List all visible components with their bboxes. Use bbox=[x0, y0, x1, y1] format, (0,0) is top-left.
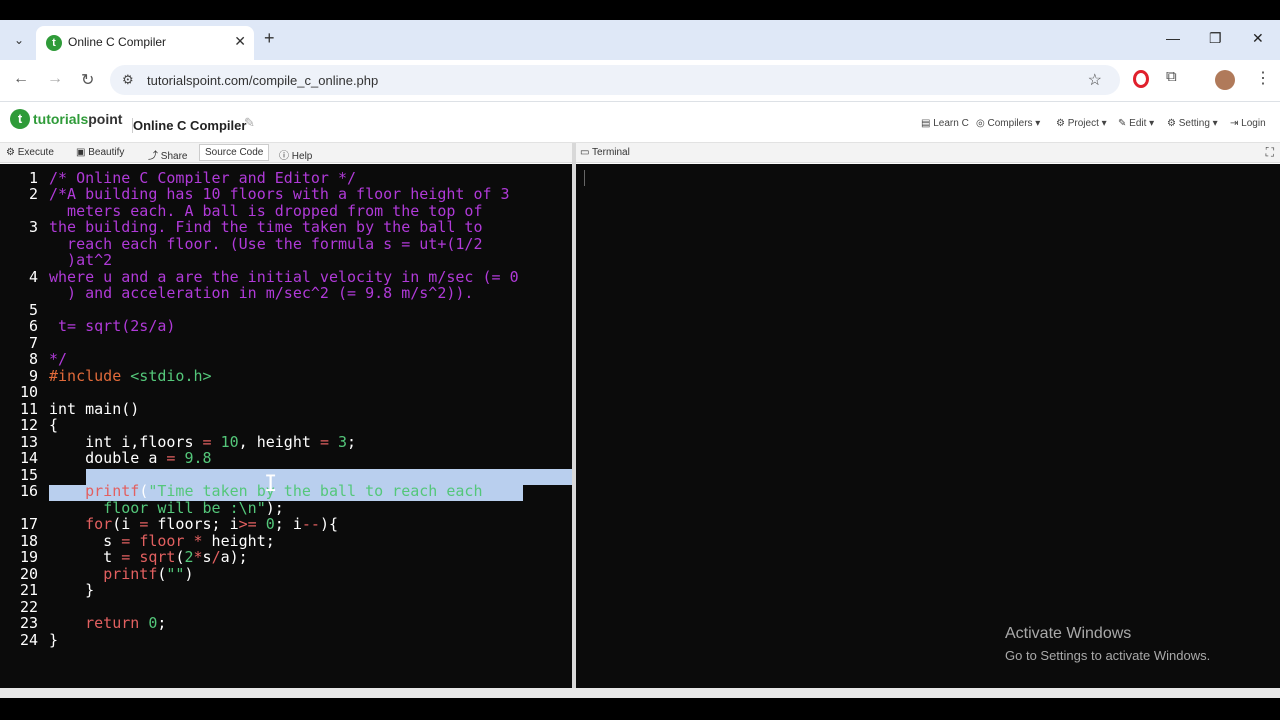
execute-button[interactable]: ⚙ Execute bbox=[6, 147, 54, 158]
code-editor[interactable]: 1 2 3 4 5 6 7 8 9 10 11 12 13 14 15 16 1… bbox=[0, 164, 572, 688]
browser-tab[interactable]: t Online C Compiler ✕ bbox=[36, 26, 254, 60]
restore-icon[interactable]: ❐ bbox=[1209, 30, 1222, 47]
menu-login[interactable]: ⇥ Login bbox=[1230, 118, 1266, 129]
menu-setting[interactable]: ⚙ Setting ▾ bbox=[1167, 118, 1218, 129]
browser-window: ⌄ t Online C Compiler ✕ + — ❐ ✕ ← → ↻ ⚙ … bbox=[0, 20, 1280, 698]
bottom-scrollbar[interactable] bbox=[0, 688, 1280, 698]
navigation-bar: ← → ↻ ⚙ tutorialspoint.com/compile_c_onl… bbox=[0, 60, 1280, 102]
menu-compilers[interactable]: ◎ Compilers ▾ bbox=[976, 118, 1040, 129]
activate-windows-subtitle: Go to Settings to activate Windows. bbox=[1005, 648, 1211, 663]
share-button[interactable]: ⤴ Share bbox=[148, 147, 187, 162]
tutorialspoint-favicon-icon: t bbox=[46, 35, 62, 51]
new-tab-icon[interactable]: + bbox=[264, 28, 275, 49]
back-icon[interactable]: ← bbox=[13, 70, 29, 88]
page-title: Online C Compiler bbox=[132, 118, 247, 133]
close-window-icon[interactable]: ✕ bbox=[1252, 30, 1264, 47]
extensions-puzzle-icon[interactable]: ⧉ bbox=[1166, 68, 1177, 85]
forward-icon[interactable]: → bbox=[47, 70, 63, 88]
tutorialspoint-logo-icon[interactable]: t bbox=[10, 109, 30, 129]
address-bar[interactable]: ⚙ tutorialspoint.com/compile_c_online.ph… bbox=[110, 65, 1120, 95]
tab-search-icon[interactable]: ⌄ bbox=[8, 29, 30, 51]
terminal-output[interactable]: Activate Windows Go to Settings to activ… bbox=[576, 164, 1280, 688]
profile-avatar[interactable] bbox=[1215, 70, 1235, 90]
site-logo[interactable]: tutorialspoint bbox=[33, 111, 122, 127]
close-tab-icon[interactable]: ✕ bbox=[234, 33, 246, 50]
opera-extension-icon[interactable] bbox=[1133, 70, 1149, 88]
reload-icon[interactable]: ↻ bbox=[81, 70, 94, 90]
minimize-icon[interactable]: — bbox=[1166, 30, 1180, 46]
terminal-cursor bbox=[584, 170, 585, 186]
tab-strip: ⌄ t Online C Compiler ✕ + — ❐ ✕ bbox=[0, 20, 1280, 60]
menu-learn-c[interactable]: ▤ Learn C bbox=[921, 118, 969, 129]
menu-edit[interactable]: ✎ Edit ▾ bbox=[1118, 118, 1154, 129]
site-info-icon[interactable]: ⚙ bbox=[122, 72, 134, 88]
source-code-tab[interactable]: Source Code bbox=[199, 144, 270, 161]
bookmark-star-icon[interactable]: ☆ bbox=[1088, 70, 1102, 90]
browser-menu-icon[interactable]: ⋮ bbox=[1255, 68, 1271, 88]
text-cursor-icon: I bbox=[264, 472, 278, 497]
menu-project[interactable]: ⚙ Project ▾ bbox=[1056, 118, 1107, 129]
site-header: t tutorialspoint Online C Compiler ✎ ▤ L… bbox=[0, 103, 1280, 143]
edit-title-icon[interactable]: ✎ bbox=[244, 115, 255, 131]
activate-windows-title: Activate Windows bbox=[1005, 625, 1132, 642]
help-button[interactable]: ⓘ Help bbox=[279, 147, 312, 162]
url-text[interactable]: tutorialspoint.com/compile_c_online.php bbox=[147, 73, 378, 88]
beautify-button[interactable]: ▣ Beautify bbox=[76, 147, 124, 158]
tab-title: Online C Compiler bbox=[68, 35, 167, 49]
fullscreen-icon[interactable]: ⛶ bbox=[1266, 145, 1274, 160]
terminal-label: ▭ Terminal bbox=[580, 147, 630, 158]
editor-toolbar: ⚙ Execute ▣ Beautify ⤴ Share Source Code… bbox=[0, 143, 572, 163]
terminal-toolbar: ▭ Terminal ⛶ bbox=[576, 143, 1280, 163]
